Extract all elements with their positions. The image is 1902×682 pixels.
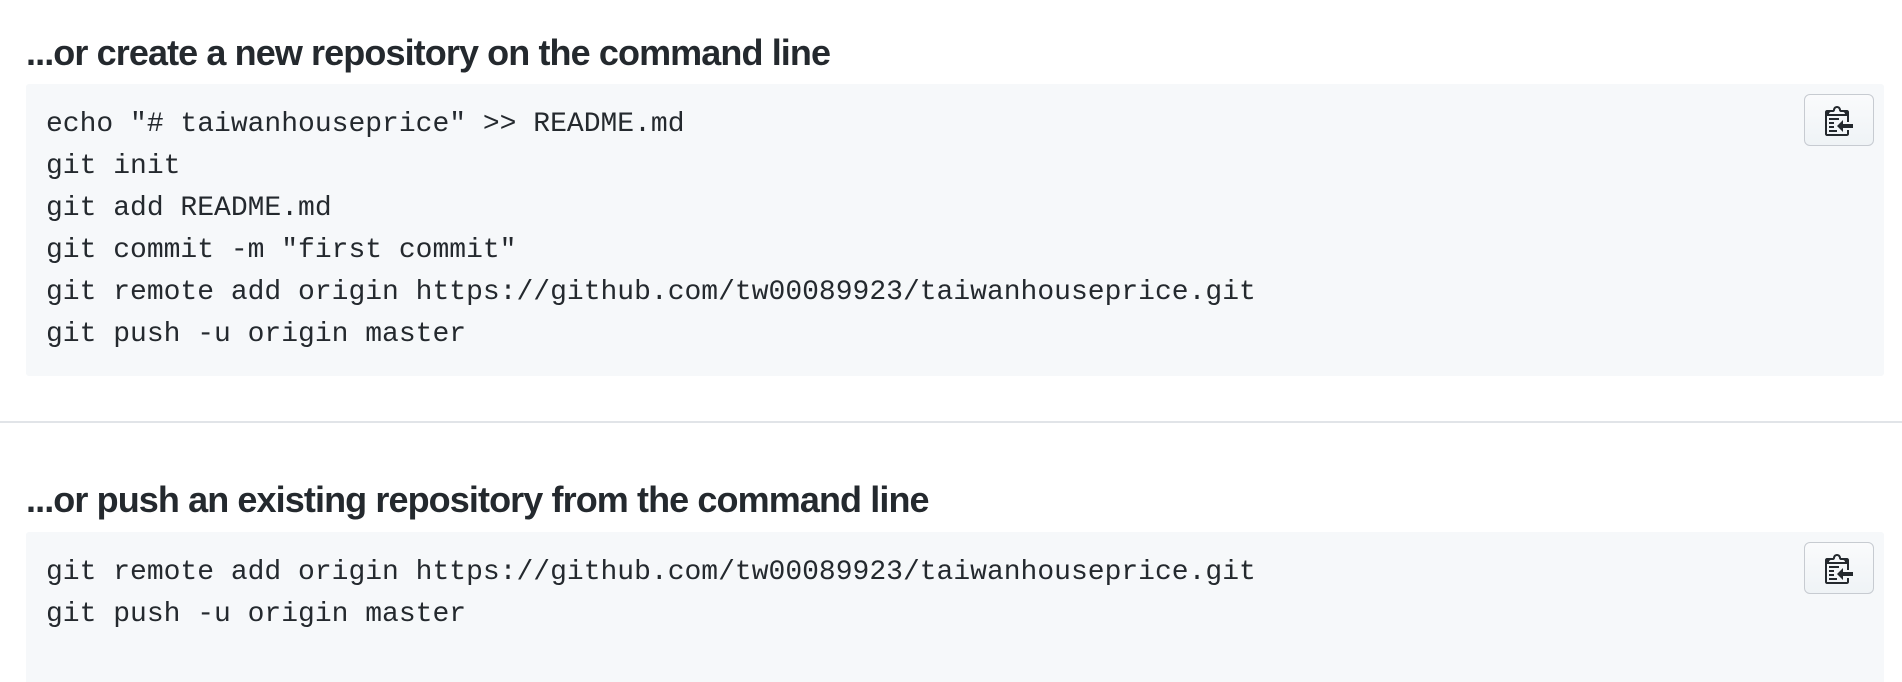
command-line: git add README.md <box>46 193 332 224</box>
copy-to-clipboard-button[interactable] <box>1804 94 1874 146</box>
section-divider <box>0 421 1902 423</box>
command-line: git remote add origin https://github.com… <box>46 277 1256 308</box>
command-line: git push -u origin master <box>46 319 467 350</box>
create-repository-heading: ...or create a new repository on the com… <box>26 32 831 73</box>
command-line: git commit -m "first commit" <box>46 235 517 266</box>
copy-to-clipboard-button[interactable] <box>1804 542 1874 594</box>
push-existing-repository-heading: ...or push an existing repository from t… <box>26 479 930 520</box>
create-repository-commands[interactable]: echo "# taiwanhouseprice" >> README.md gi… <box>46 104 1256 356</box>
command-line: echo "# taiwanhouseprice" >> README.md <box>46 109 685 140</box>
command-line: git remote add origin https://github.com… <box>46 557 1256 588</box>
command-line: git init <box>46 151 181 182</box>
clippy-icon <box>1825 106 1853 136</box>
push-existing-repository-commands[interactable]: git remote add origin https://github.com… <box>46 552 1256 636</box>
push-existing-repository-code-box: git remote add origin https://github.com… <box>26 532 1884 682</box>
clippy-icon <box>1825 554 1853 584</box>
command-line: git push -u origin master <box>46 599 467 630</box>
create-repository-code-box: echo "# taiwanhouseprice" >> README.md gi… <box>26 84 1884 376</box>
